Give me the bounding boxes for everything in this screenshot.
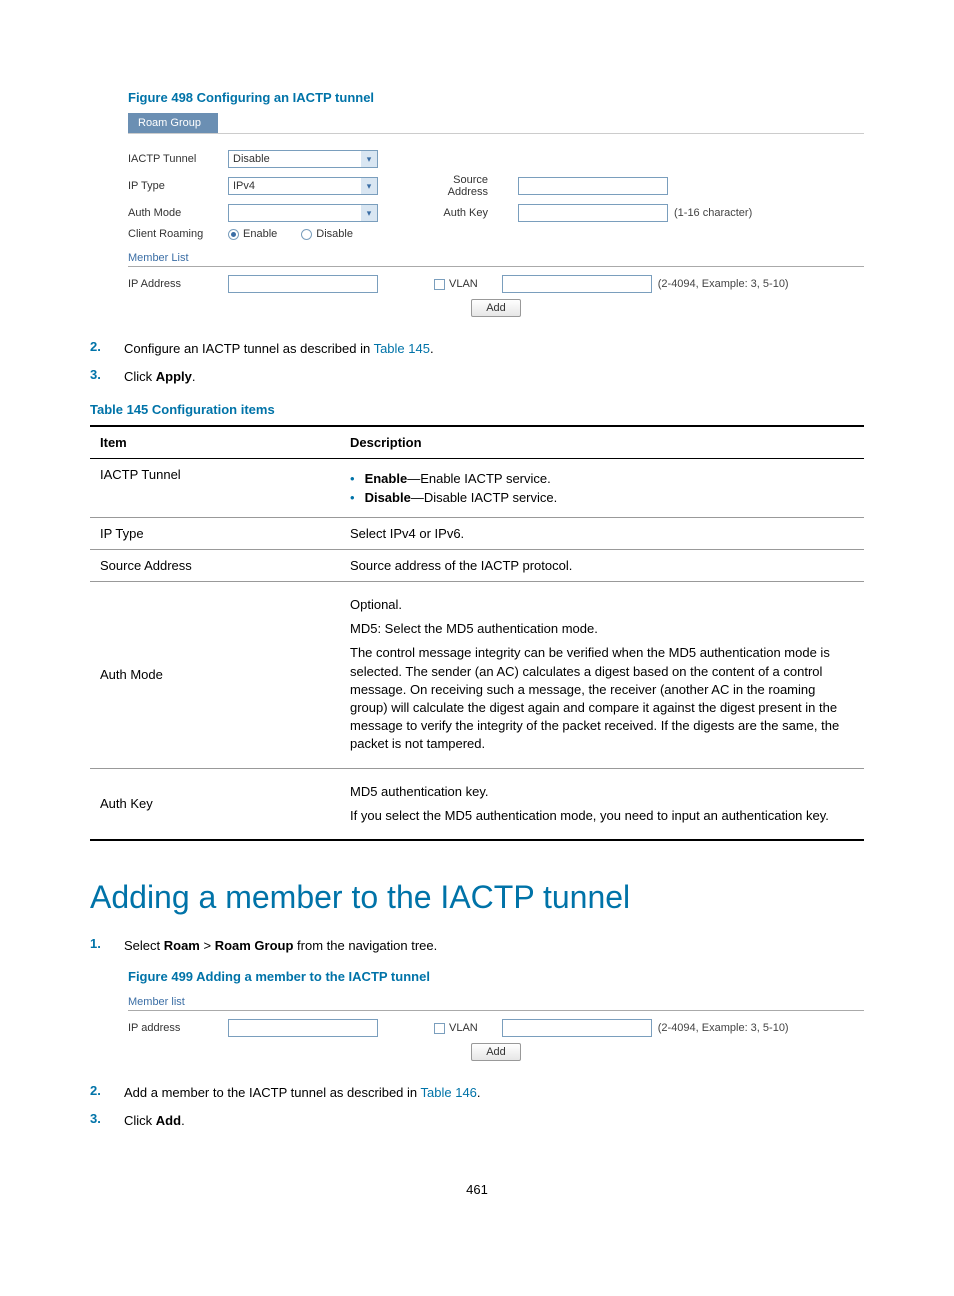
table-146-link[interactable]: Table 146 xyxy=(421,1085,477,1100)
step-1-text: Select Roam > Roam Group from the naviga… xyxy=(124,936,864,956)
roam-group-tab[interactable]: Roam Group xyxy=(128,113,218,133)
ip-address-label: IP Address xyxy=(128,278,228,290)
cell-desc: Select IPv4 or IPv6. xyxy=(340,518,864,550)
chevron-down-icon: ▾ xyxy=(361,205,377,221)
table-row: IP Type Select IPv4 or IPv6. xyxy=(90,518,864,550)
col-item-header: Item xyxy=(90,426,340,459)
vlan-checkbox-2[interactable]: VLAN xyxy=(434,1022,478,1034)
cell-desc: MD5 authentication key. If you select th… xyxy=(340,768,864,840)
enable-label: Enable xyxy=(243,228,277,240)
vlan-label-2: VLAN xyxy=(449,1022,478,1034)
iactp-tunnel-label: IACTP Tunnel xyxy=(128,153,228,165)
client-roaming-disable-radio[interactable]: Disable xyxy=(301,228,353,240)
client-roaming-label: Client Roaming xyxy=(128,228,228,240)
disable-label: Disable xyxy=(316,228,353,240)
vlan-input-2[interactable] xyxy=(502,1019,652,1037)
radio-icon xyxy=(228,229,239,240)
cell-desc: Source address of the IACTP protocol. xyxy=(340,550,864,582)
step-number-2: 2. xyxy=(90,339,124,359)
vlan-checkbox[interactable]: VLAN xyxy=(434,278,478,290)
cell-item: Source Address xyxy=(90,550,340,582)
ip-address-input[interactable] xyxy=(228,275,378,293)
iactp-tunnel-select[interactable]: Disable ▾ xyxy=(228,150,378,168)
cell-item: Auth Key xyxy=(90,768,340,840)
chevron-down-icon: ▾ xyxy=(361,178,377,194)
table-145-link[interactable]: Table 145 xyxy=(374,341,430,356)
step-2-text: Configure an IACTP tunnel as described i… xyxy=(124,339,864,359)
member-list-heading: Member List xyxy=(128,248,864,267)
table-row: Auth Key MD5 authentication key. If you … xyxy=(90,768,864,840)
auth-key-hint: (1-16 character) xyxy=(674,207,752,219)
auth-key-input[interactable] xyxy=(518,204,668,222)
col-description-header: Description xyxy=(340,426,864,459)
vlan-label: VLAN xyxy=(449,278,478,290)
step-3-text: Click Apply. xyxy=(124,367,864,387)
figure-499-caption: Figure 499 Adding a member to the IACTP … xyxy=(128,969,864,984)
radio-icon xyxy=(301,229,312,240)
ip-address-input-2[interactable] xyxy=(228,1019,378,1037)
auth-key-label: Auth Key xyxy=(418,207,498,219)
client-roaming-enable-radio[interactable]: Enable xyxy=(228,228,277,240)
cell-item: Auth Mode xyxy=(90,582,340,769)
cell-desc: Optional. MD5: Select the MD5 authentica… xyxy=(340,582,864,769)
step-3b-text: Click Add. xyxy=(124,1111,864,1131)
table-row: IACTP Tunnel Enable—Enable IACTP service… xyxy=(90,459,864,518)
step-2b-text: Add a member to the IACTP tunnel as desc… xyxy=(124,1083,864,1103)
step-number-1: 1. xyxy=(90,936,124,956)
add-button-2[interactable]: Add xyxy=(471,1043,521,1061)
configuration-items-table: Item Description IACTP Tunnel Enable—Ena… xyxy=(90,425,864,841)
cell-item: IACTP Tunnel xyxy=(90,459,340,518)
checkbox-icon xyxy=(434,279,445,290)
source-address-input[interactable] xyxy=(518,177,668,195)
table-row: Source Address Source address of the IAC… xyxy=(90,550,864,582)
section-heading: Adding a member to the IACTP tunnel xyxy=(90,879,864,916)
ip-type-value: IPv4 xyxy=(233,180,255,192)
auth-mode-select[interactable]: ▾ xyxy=(228,204,378,222)
step-number-3: 3. xyxy=(90,367,124,387)
ip-type-label: IP Type xyxy=(128,180,228,192)
figure-498-caption: Figure 498 Configuring an IACTP tunnel xyxy=(128,90,864,105)
table-145-caption: Table 145 Configuration items xyxy=(90,402,864,417)
member-list-heading-2: Member list xyxy=(128,992,864,1011)
cell-item: IP Type xyxy=(90,518,340,550)
add-button[interactable]: Add xyxy=(471,299,521,317)
vlan-hint-2: (2-4094, Example: 3, 5-10) xyxy=(658,1022,789,1034)
auth-mode-label: Auth Mode xyxy=(128,207,228,219)
step-number-3b: 3. xyxy=(90,1111,124,1131)
vlan-hint: (2-4094, Example: 3, 5-10) xyxy=(658,278,789,290)
ip-address-label-2: IP address xyxy=(128,1022,228,1034)
cell-desc: Enable—Enable IACTP service. Disable—Dis… xyxy=(340,459,864,518)
table-row: Auth Mode Optional. MD5: Select the MD5 … xyxy=(90,582,864,769)
checkbox-icon xyxy=(434,1023,445,1034)
source-address-label: Source Address xyxy=(418,174,498,198)
vlan-input[interactable] xyxy=(502,275,652,293)
step-number-2b: 2. xyxy=(90,1083,124,1103)
chevron-down-icon: ▾ xyxy=(361,151,377,167)
iactp-tunnel-value: Disable xyxy=(233,153,270,165)
page-number: 461 xyxy=(90,1182,864,1197)
ip-type-select[interactable]: IPv4 ▾ xyxy=(228,177,378,195)
